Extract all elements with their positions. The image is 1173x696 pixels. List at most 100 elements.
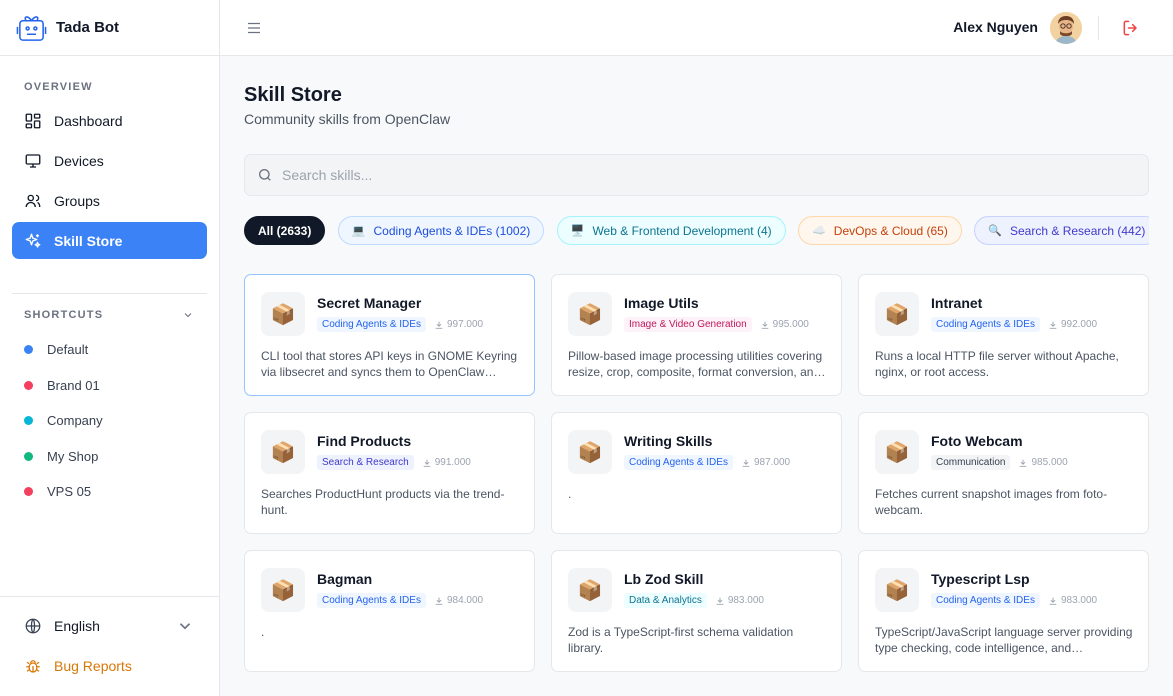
package-icon: 📦 bbox=[568, 292, 612, 336]
skill-meta: Coding Agents & IDEs 997.000 bbox=[317, 317, 483, 332]
chevron-down-icon bbox=[184, 313, 192, 318]
shortcut-default[interactable]: Default bbox=[24, 332, 103, 368]
chip-label: DevOps & Cloud (65) bbox=[833, 223, 948, 238]
shortcut-my-shop[interactable]: My Shop bbox=[24, 439, 103, 475]
skill-card[interactable]: 📦 Lb Zod Skill Data & Analytics 983.000 Zod … bbox=[551, 550, 842, 672]
shortcut-brand-01[interactable]: Brand 01 bbox=[24, 368, 103, 404]
category-chip-web-frontend[interactable]: 🖥️ Web & Frontend Development (4) bbox=[556, 216, 786, 245]
logout-icon[interactable] bbox=[1121, 18, 1141, 38]
category-chip-search-research[interactable]: 🔍 Search & Research (442) bbox=[974, 216, 1149, 245]
shortcut-list: Default Brand 01 Company My Shop VPS 05 bbox=[24, 332, 103, 510]
brand[interactable]: Tada Bot bbox=[0, 0, 219, 56]
sidebar-divider bbox=[12, 293, 207, 294]
skill-meta: Image & Video Generation 995.000 bbox=[624, 317, 809, 332]
skill-meta: Coding Agents & IDEs 984.000 bbox=[317, 593, 483, 608]
nav-item-skill-store[interactable]: Skill Store bbox=[12, 222, 207, 259]
skill-name: Secret Manager bbox=[317, 295, 422, 311]
download-count: 983.000 bbox=[1048, 595, 1097, 606]
skill-name: Find Products bbox=[317, 433, 412, 449]
download-count-value: 985.000 bbox=[1031, 457, 1068, 468]
category-chip-coding-agents[interactable]: 💻 Coding Agents & IDEs (1002) bbox=[337, 216, 545, 245]
category-chip-devops-cloud[interactable]: ☁️ DevOps & Cloud (65) bbox=[798, 216, 962, 245]
skill-card[interactable]: 📦 Foto Webcam Communication 985.000 Fetches … bbox=[858, 412, 1149, 534]
download-count-value: 987.000 bbox=[753, 457, 791, 468]
language-selector[interactable]: English bbox=[0, 606, 220, 646]
skill-description: . bbox=[568, 487, 572, 501]
shortcuts-header[interactable]: SHORTCUTS bbox=[0, 309, 220, 321]
skill-description: Runs a local HTTP file server without Ap… bbox=[875, 349, 1119, 379]
download-icon bbox=[1020, 459, 1027, 467]
search-bar[interactable] bbox=[244, 154, 1149, 196]
skill-card[interactable]: 📦 Image Utils Image & Video Generation 995.… bbox=[551, 274, 842, 396]
download-count: 995.000 bbox=[760, 319, 809, 330]
nav-label: Skill Store bbox=[54, 232, 123, 249]
download-count: 985.000 bbox=[1018, 457, 1068, 468]
shortcut-company[interactable]: Company bbox=[24, 403, 103, 439]
globe-icon bbox=[25, 618, 41, 634]
skill-card[interactable]: 📦 Find Products Search & Research 991.000 Se… bbox=[244, 412, 535, 534]
download-count-value: 995.000 bbox=[772, 319, 809, 330]
app-name: Tada Bot bbox=[56, 19, 120, 36]
topbar: Alex Nguyen bbox=[220, 0, 1173, 56]
download-count-value: 984.000 bbox=[446, 595, 484, 606]
search-input[interactable] bbox=[282, 167, 1132, 183]
package-icon: 📦 bbox=[875, 568, 919, 612]
skill-description: Pillow-based image processing utilities … bbox=[568, 349, 823, 379]
skill-card[interactable]: 📦 Writing Skills Coding Agents & IDEs 987.0… bbox=[551, 412, 842, 534]
skill-description: Fetches current snapshot images from fot… bbox=[875, 487, 1108, 517]
category-filter: All (2633) 💻 Coding Agents & IDEs (1002) … bbox=[244, 216, 1149, 246]
chip-label: Search & Research (442) bbox=[1010, 223, 1146, 238]
status-dot bbox=[24, 345, 33, 355]
category-tag: Coding Agents & IDEs bbox=[931, 317, 1040, 332]
status-dot bbox=[24, 416, 33, 426]
sidebar: Tada Bot OVERVIEW Dashboard Devices Grou… bbox=[0, 0, 220, 696]
shortcut-label: My Shop bbox=[47, 448, 99, 464]
user-name[interactable]: Alex Nguyen bbox=[953, 19, 1038, 35]
skill-description: . bbox=[261, 625, 265, 639]
category-chip-all[interactable]: All (2633) bbox=[244, 216, 326, 245]
monitor-icon bbox=[25, 153, 41, 168]
category-tag: Coding Agents & IDEs bbox=[317, 593, 426, 608]
bug-reports-link[interactable]: Bug Reports bbox=[0, 646, 220, 686]
skill-card[interactable]: 📦 Bagman Coding Agents & IDEs 984.000. bbox=[244, 550, 535, 672]
menu-icon[interactable] bbox=[245, 19, 263, 37]
skill-card[interactable]: 📦 Intranet Coding Agents & IDEs 992.000 Runs… bbox=[858, 274, 1149, 396]
nav-label: Dashboard bbox=[54, 112, 123, 129]
download-icon bbox=[761, 321, 769, 329]
shortcut-label: Brand 01 bbox=[47, 377, 100, 393]
nav-item-dashboard[interactable]: Dashboard bbox=[12, 102, 207, 139]
skill-meta: Search & Research 991.000 bbox=[317, 455, 471, 470]
main-nav: Dashboard Devices Groups Skill Store bbox=[12, 102, 207, 262]
chip-label: Web & Frontend Development (4) bbox=[592, 223, 772, 238]
search-icon bbox=[259, 169, 271, 181]
avatar[interactable] bbox=[1050, 12, 1082, 44]
category-tag: Data & Analytics bbox=[624, 593, 707, 608]
skill-meta: Coding Agents & IDEs 983.000 bbox=[931, 593, 1097, 608]
status-dot bbox=[24, 487, 33, 497]
skill-card[interactable]: 📦 Secret Manager Coding Agents & IDEs 997.0… bbox=[244, 274, 535, 396]
nav-item-devices[interactable]: Devices bbox=[12, 142, 207, 179]
skill-meta: Coding Agents & IDEs 987.000 bbox=[624, 455, 790, 470]
download-icon bbox=[1049, 321, 1057, 329]
nav-item-groups[interactable]: Groups bbox=[12, 182, 207, 219]
download-icon bbox=[435, 597, 443, 605]
overview-label: OVERVIEW bbox=[24, 81, 93, 93]
package-icon: 📦 bbox=[261, 568, 305, 612]
sidebar-footer: English Bug Reports bbox=[0, 596, 220, 686]
download-count: 984.000 bbox=[434, 595, 483, 606]
shortcut-vps-05[interactable]: VPS 05 bbox=[24, 474, 103, 510]
shortcut-label: VPS 05 bbox=[47, 484, 92, 500]
download-count-value: 983.000 bbox=[1060, 595, 1098, 606]
category-tag: Coding Agents & IDEs bbox=[624, 455, 733, 470]
skill-card[interactable]: 📦 Typescript Lsp Coding Agents & IDEs 983.0… bbox=[858, 550, 1149, 672]
laptop-icon: 💻 bbox=[351, 225, 366, 237]
page-subtitle: Community skills from OpenClaw bbox=[244, 111, 451, 127]
download-count: 983.000 bbox=[715, 595, 764, 606]
magnifier-icon: 🔍 bbox=[988, 225, 1002, 237]
skill-description: CLI tool that stores API keys in GNOME K… bbox=[261, 349, 518, 379]
download-count: 987.000 bbox=[741, 457, 790, 468]
users-icon bbox=[25, 194, 41, 207]
download-icon bbox=[1049, 597, 1057, 605]
download-icon bbox=[423, 459, 431, 467]
skill-name: Bagman bbox=[317, 571, 373, 587]
